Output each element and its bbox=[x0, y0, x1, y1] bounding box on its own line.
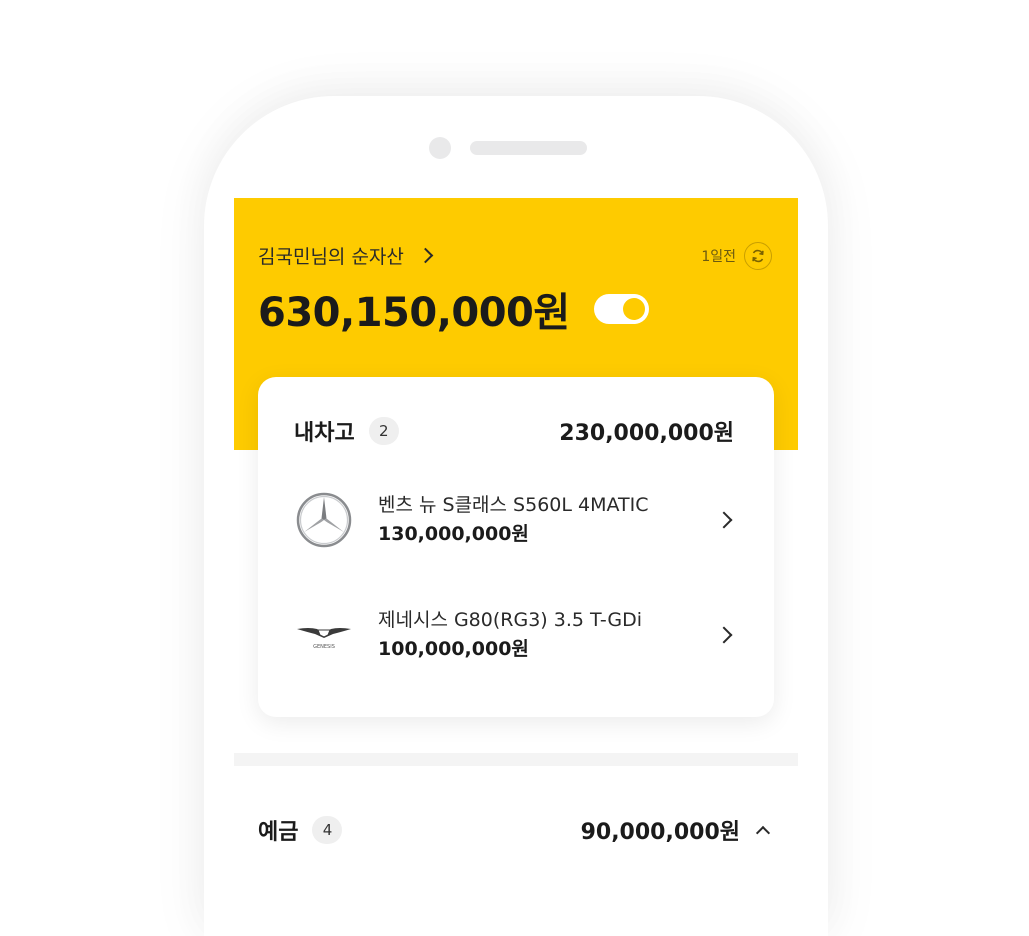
deposit-count-badge: 4 bbox=[312, 816, 343, 844]
deposit-section-header[interactable]: 예금 4 90,000,000원 bbox=[258, 814, 771, 846]
deposit-total: 90,000,000원 bbox=[580, 820, 740, 845]
mercedes-logo-icon bbox=[294, 490, 354, 550]
speaker-grille bbox=[470, 141, 587, 155]
car-info: 벤츠 뉴 S클래스 S560L 4MATIC 130,000,000원 bbox=[378, 491, 718, 549]
app-screen: 김국민님의 순자산 1일전 630,150,000원 내차고 2 230,000… bbox=[234, 198, 798, 900]
net-worth-title: 김국민님의 순자산 bbox=[258, 246, 404, 268]
total-amount-row: 630,150,000원 bbox=[258, 280, 649, 338]
car-price: 100,000,000원 bbox=[378, 638, 529, 660]
car-name: 제네시스 G80(RG3) 3.5 T-GDi bbox=[378, 609, 643, 631]
net-worth-title-link[interactable]: 김국민님의 순자산 bbox=[258, 242, 434, 269]
total-amount: 630,150,000원 bbox=[258, 290, 570, 336]
updated-time: 1일전 bbox=[701, 249, 736, 265]
chevron-up-icon bbox=[755, 825, 771, 841]
car-info: 제네시스 G80(RG3) 3.5 T-GDi 100,000,000원 bbox=[378, 606, 718, 664]
front-camera bbox=[429, 137, 451, 159]
amount-visibility-toggle[interactable] bbox=[593, 294, 649, 324]
refresh-icon bbox=[752, 249, 764, 263]
car-name: 벤츠 뉴 S클래스 S560L 4MATIC bbox=[378, 494, 649, 516]
chevron-right-icon bbox=[715, 511, 733, 529]
garage-card: 내차고 2 230,000,000원 벤츠 뉴 S클래스 S560L 4MATI… bbox=[258, 377, 774, 717]
update-info: 1일전 bbox=[701, 242, 772, 270]
garage-count-badge: 2 bbox=[368, 417, 399, 445]
car-item-mercedes[interactable]: 벤츠 뉴 S클래스 S560L 4MATIC 130,000,000원 bbox=[294, 480, 738, 560]
section-divider bbox=[234, 753, 798, 766]
garage-title: 내차고 bbox=[294, 421, 355, 446]
svg-text:GENESIS: GENESIS bbox=[313, 644, 335, 650]
chevron-right-icon bbox=[715, 626, 733, 644]
car-item-genesis[interactable]: GENESIS 제네시스 G80(RG3) 3.5 T-GDi 100,000,… bbox=[294, 595, 738, 675]
refresh-button[interactable] bbox=[744, 242, 772, 270]
chevron-right-icon bbox=[417, 247, 434, 264]
garage-header: 내차고 2 230,000,000원 bbox=[294, 415, 734, 447]
car-price: 130,000,000원 bbox=[378, 523, 529, 545]
genesis-logo-icon: GENESIS bbox=[294, 605, 354, 665]
toggle-knob bbox=[622, 298, 645, 320]
garage-total: 230,000,000원 bbox=[559, 421, 734, 446]
deposit-title: 예금 bbox=[258, 820, 299, 845]
